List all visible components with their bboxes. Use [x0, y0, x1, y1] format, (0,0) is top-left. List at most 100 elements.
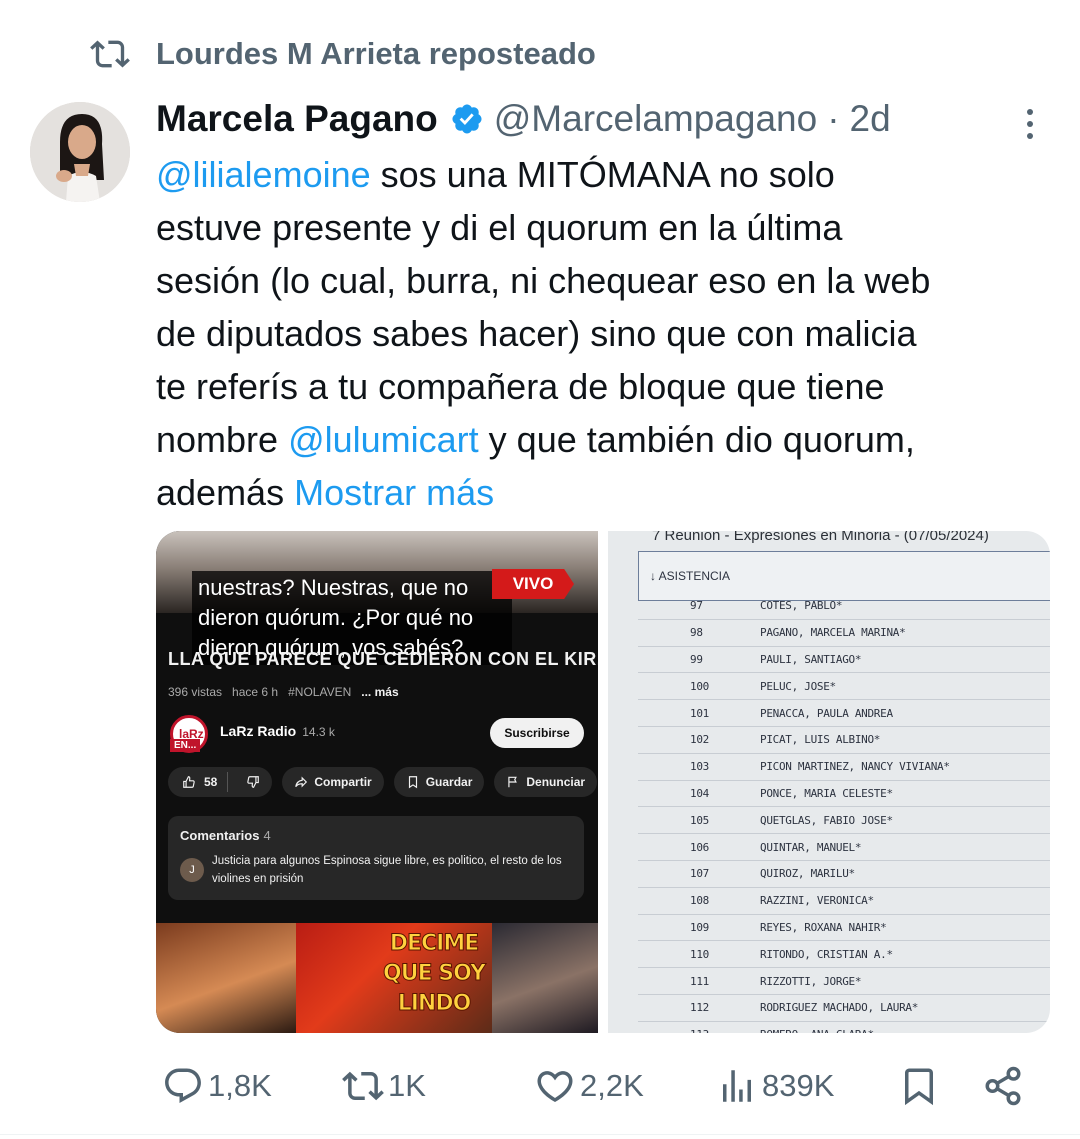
- avatar[interactable]: [30, 102, 130, 202]
- comments-label: Comentarios: [180, 828, 260, 843]
- repost-header[interactable]: Lourdes M Arrieta reposteado: [90, 34, 596, 74]
- media-image-attendance-sheet[interactable]: 7 Reunion - Expresiones en Minoria - (07…: [608, 531, 1050, 1033]
- attendance-name: REYES, ROXANA NAHIR*: [760, 920, 887, 934]
- bookmark-icon: [408, 776, 417, 789]
- attendance-number: 99: [690, 652, 703, 666]
- attendance-number: 106: [690, 840, 709, 854]
- attendance-row: 105 QUETGLAS, FABIO JOSE*: [638, 807, 1050, 835]
- attendance-row: 109 REYES, ROXANA NAHIR*: [638, 915, 1050, 942]
- attendance-name: PAULI, SANTIAGO*: [760, 652, 862, 666]
- retweet-button[interactable]: 1K: [342, 1060, 426, 1112]
- caption-line: nuestras? Nuestras, que no: [198, 575, 469, 600]
- bookmark-icon: [905, 1068, 933, 1106]
- reply-icon: [165, 1068, 201, 1103]
- attendance-number: 108: [690, 894, 709, 908]
- attendance-number: 107: [690, 867, 709, 881]
- media-grid: nuestras? Nuestras, que no dieron quórum…: [156, 531, 1050, 1033]
- tweet-text-line: y que también dio quorum,: [478, 419, 915, 460]
- attendance-number: 113: [638, 1028, 760, 1033]
- thumbnail-person-center: DECIME QUE SOY LINDO: [296, 923, 492, 1033]
- channel-name: LaRz Radio: [220, 723, 297, 739]
- hashtag: #NOLAVEN: [288, 685, 352, 699]
- report-label: Denunciar: [526, 775, 586, 789]
- attendance-name: QUINTAR, MANUEL*: [760, 840, 862, 854]
- attendance-number: 98: [690, 626, 703, 640]
- tweet-text-line: sos una MITÓMANA no solo: [370, 154, 835, 195]
- flag-icon: [508, 776, 518, 788]
- retweet-icon: [342, 1071, 384, 1101]
- bookmark-button[interactable]: [898, 1060, 944, 1112]
- attendance-row: 106 QUINTAR, MANUEL*: [638, 834, 1050, 861]
- attendance-row: 99 PAULI, SANTIAGO*: [638, 647, 1050, 674]
- attendance-name: QUIROZ, MARILU*: [760, 867, 855, 881]
- comments-count: 4: [263, 828, 271, 843]
- tweet-text-line: estuve presente y di el quorum en la últ…: [156, 207, 843, 248]
- attendance-row: 110 RITONDO, CRISTIAN A.*: [638, 941, 1050, 969]
- tweet-text-line: de diputados sabes hacer) sino que con m…: [156, 313, 917, 354]
- tweet-text-line: sesión (lo cual, burra, ni chequear eso …: [156, 260, 931, 301]
- tweet-header: Marcela Pagano @Marcelampagano · 2d: [156, 96, 891, 142]
- media-image-youtube-screenshot[interactable]: nuestras? Nuestras, que no dieron quórum…: [156, 531, 598, 1033]
- attendance-row: 98 PAGANO, MARCELA MARINA*: [638, 620, 1050, 647]
- mention-lulumicart[interactable]: @lulumicart: [288, 419, 479, 460]
- attendance-name: RAZZINI, VERONICA*: [760, 894, 874, 908]
- views-count: 839K: [762, 1068, 835, 1103]
- like-count: 2,2K: [580, 1068, 644, 1103]
- thumbnail-person-right: [492, 923, 598, 1033]
- reply-button[interactable]: 1,8K: [162, 1060, 272, 1112]
- attendance-name: COTES, PABLO*: [760, 599, 843, 613]
- attendance-number: 110: [690, 947, 709, 961]
- attendance-row: 108 RAZZINI, VERONICA*: [638, 888, 1050, 915]
- show-more-link[interactable]: Mostrar más: [294, 472, 494, 513]
- more-options-icon[interactable]: [1018, 104, 1042, 144]
- caption-line: dieron quórum. ¿Por qué no: [198, 605, 474, 630]
- share-arrow-icon: [295, 776, 308, 788]
- attendance-name: RITONDO, CRISTIAN A.*: [760, 947, 893, 961]
- attendance-name: PAGANO, MARCELA MARINA*: [760, 626, 906, 640]
- like-dislike-pill: 58: [168, 767, 273, 797]
- reply-count: 1,8K: [208, 1068, 272, 1103]
- repost-icon: [90, 40, 130, 68]
- attendance-name: PELUC, JOSE*: [760, 679, 836, 693]
- author-handle[interactable]: @Marcelampagano: [494, 98, 817, 140]
- comments-panel: Comentarios 4 J Justicia para algunos Esp…: [168, 816, 584, 900]
- heart-icon: [537, 1071, 573, 1103]
- views-icon: [723, 1070, 751, 1102]
- attendance-row: 97 COTES, PABLO*: [638, 593, 1050, 620]
- views-button[interactable]: 839K: [716, 1060, 834, 1112]
- attendance-name: QUETGLAS, FABIO JOSE*: [760, 813, 893, 827]
- more-link: ... más: [361, 685, 399, 699]
- share-button[interactable]: [982, 1060, 1028, 1112]
- subscribe-button: Suscribirse: [490, 718, 584, 748]
- mention-lilialemoine[interactable]: @lilialemoine: [156, 154, 371, 195]
- author-name[interactable]: Marcela Pagano: [156, 98, 438, 140]
- tweet-time[interactable]: 2d: [850, 98, 891, 140]
- video-actions: 58 Compartir Guardar Denunciar: [168, 767, 598, 797]
- attendance-number: 100: [690, 679, 709, 693]
- attendance-row: 101 PENACCA, PAULA ANDREA: [638, 700, 1050, 727]
- channel-info: LaRz Radio 14.3 k: [220, 723, 335, 739]
- tweet-text-line: te referís a tu compañera de bloque que …: [156, 366, 885, 407]
- channel-subs: 14.3 k: [302, 725, 335, 739]
- attendance-name: ROMERO, ANA CLARA*: [760, 1028, 874, 1033]
- thumbnail-person-left: [156, 923, 296, 1033]
- video-meta: 396 vistas hace 6 h #NOLAVEN ... más: [168, 685, 399, 699]
- like-button[interactable]: 2,2K: [534, 1060, 644, 1112]
- attendance-number: 105: [690, 813, 709, 827]
- attendance-name: RIZZOTTI, JORGE*: [760, 974, 862, 988]
- avatar-image: [30, 102, 130, 202]
- repost-text: Lourdes M Arrieta reposteado: [156, 36, 596, 71]
- divider: [0, 1134, 1080, 1135]
- attendance-number: 111: [690, 974, 709, 988]
- attendance-number: 103: [690, 760, 709, 774]
- attendance-row: 107 QUIROZ, MARILU*: [638, 861, 1050, 888]
- attendance-row: 102 PICAT, LUIS ALBINO*: [638, 727, 1050, 754]
- verified-badge-icon: [452, 104, 482, 134]
- separator-dot: ·: [827, 98, 840, 139]
- live-badge: VIVO: [492, 569, 574, 599]
- tweet-text-line: nombre: [156, 419, 289, 460]
- share-pill: Compartir: [282, 767, 384, 797]
- attendance-row: 112 RODRIGUEZ MACHADO, LAURA*: [638, 995, 1050, 1022]
- attendance-row: 103 PICON MARTINEZ, NANCY VIVIANA*: [638, 754, 1050, 781]
- attendance-row: 111 RIZZOTTI, JORGE*: [638, 968, 1050, 995]
